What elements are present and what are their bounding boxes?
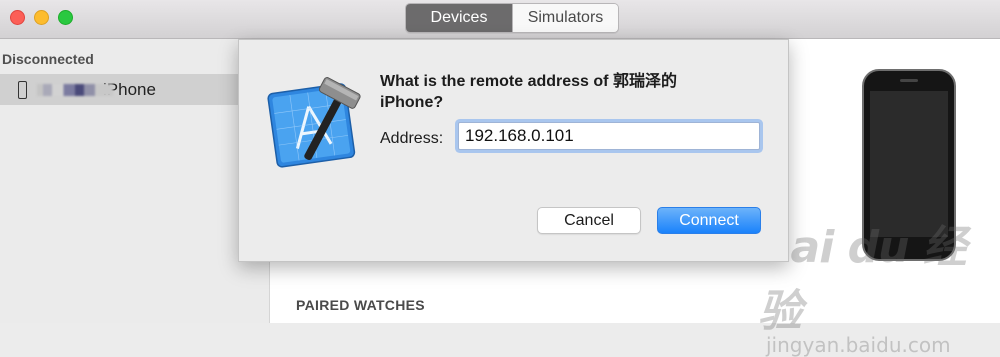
phone-speaker xyxy=(900,79,918,82)
sidebar-item-device[interactable]: iPhone xyxy=(0,74,269,105)
connect-via-ip-dialog: What is the remote address of 郭瑞泽的iPhone… xyxy=(238,39,789,262)
address-input[interactable] xyxy=(458,122,760,150)
baidu-watermark: Bai du 经验 jingyan.baidu.com xyxy=(758,211,1000,357)
connect-button[interactable]: Connect xyxy=(657,207,761,234)
watermark-url: jingyan.baidu.com xyxy=(766,333,951,357)
tab-devices[interactable]: Devices xyxy=(406,4,512,32)
xcode-app-icon xyxy=(267,77,361,168)
cancel-button[interactable]: Cancel xyxy=(537,207,641,234)
view-segmented-control: Devices Simulators xyxy=(405,3,619,33)
title-bar: Devices Simulators xyxy=(0,0,1000,39)
close-window-button[interactable] xyxy=(10,10,25,25)
iphone-icon xyxy=(18,80,27,99)
watermark-logo: Bai du 经验 xyxy=(758,222,967,337)
dialog-prompt: What is the remote address of 郭瑞泽的iPhone… xyxy=(380,73,677,111)
minimize-window-button[interactable] xyxy=(34,10,49,25)
tab-simulators[interactable]: Simulators xyxy=(512,4,618,32)
zoom-window-button[interactable] xyxy=(58,10,73,25)
blurred-device-owner-name xyxy=(37,83,113,96)
sidebar: Disconnected iPhone xyxy=(0,39,270,323)
paired-watches-header: PAIRED WATCHES xyxy=(296,297,425,313)
address-label: Address: xyxy=(380,130,444,147)
section-header-disconnected: Disconnected xyxy=(2,51,94,67)
